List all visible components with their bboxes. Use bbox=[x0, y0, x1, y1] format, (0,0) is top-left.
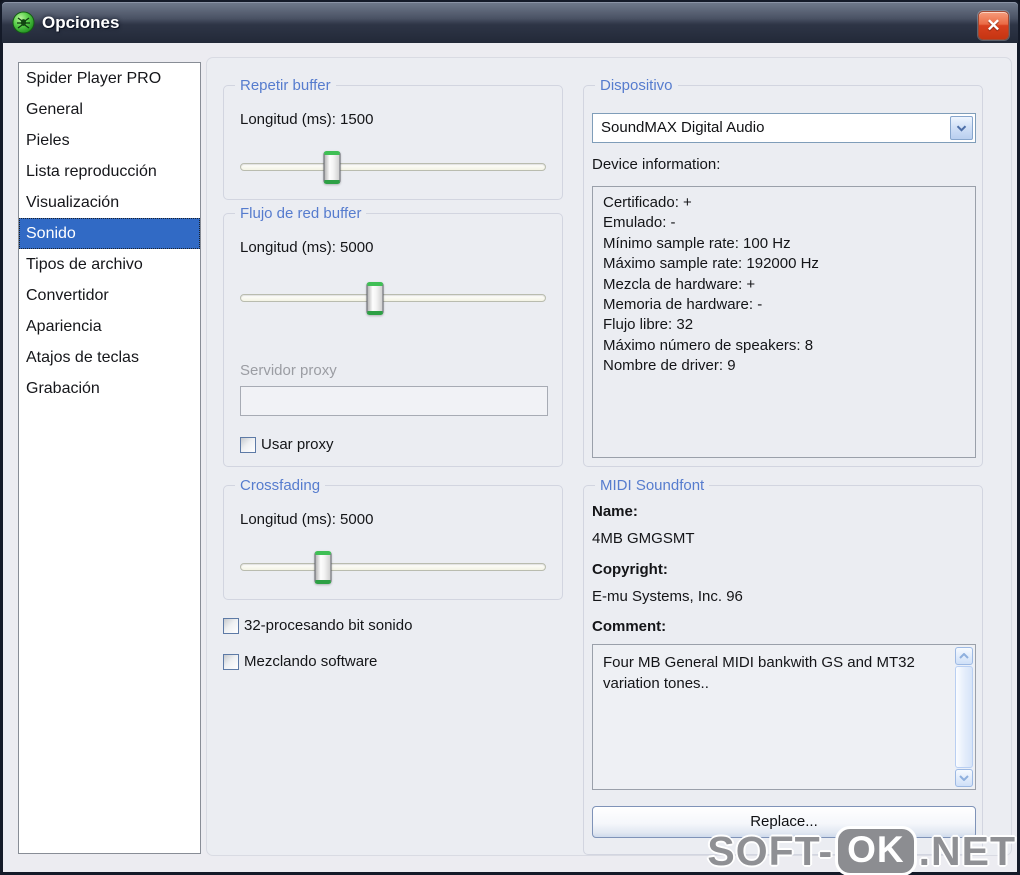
length-label: Longitud (ms): 5000 bbox=[240, 511, 374, 528]
midi-comment-text: Four MB General MIDI bankwith GS and MT3… bbox=[603, 654, 915, 692]
midi-name-value: 4MB GMGSMT bbox=[592, 530, 695, 547]
group-midi-soundfont: MIDI Soundfont Name: 4MB GMGSMT Copyrigh… bbox=[583, 477, 983, 855]
sidebar-item-spider-player-pro[interactable]: Spider Player PRO bbox=[19, 63, 200, 94]
software-mix-checkbox[interactable] bbox=[223, 653, 239, 670]
net-buffer-slider[interactable] bbox=[240, 282, 546, 315]
chevron-down-icon bbox=[956, 124, 967, 132]
comment-scrollbar[interactable] bbox=[955, 647, 973, 787]
repeat-buffer-slider[interactable] bbox=[240, 151, 546, 184]
sidebar-item-sonido[interactable]: Sonido bbox=[19, 218, 200, 249]
window-title: Opciones bbox=[42, 13, 120, 32]
options-dialog: Opciones ✕ Spider Player PRO General Pie… bbox=[0, 0, 1020, 875]
use-proxy-label: Usar proxy bbox=[261, 436, 334, 453]
sidebar-item-visualizacion[interactable]: Visualización bbox=[19, 187, 200, 218]
sidebar-item-pieles[interactable]: Pieles bbox=[19, 125, 200, 156]
software-mix-checkbox-row[interactable]: Mezclando software bbox=[223, 653, 377, 670]
slider-thumb[interactable] bbox=[366, 282, 384, 315]
crossfading-slider[interactable] bbox=[240, 551, 546, 584]
group-dispositivo: Dispositivo SoundMAX Digital Audio Devic… bbox=[583, 77, 983, 467]
device-info-line: Certificado: + bbox=[603, 194, 692, 211]
category-list: Spider Player PRO General Pieles Lista r… bbox=[18, 62, 201, 854]
device-info-line: Flujo libre: 32 bbox=[603, 316, 694, 334]
device-info-line: Mínimo sample rate: 100 Hz bbox=[603, 234, 791, 252]
device-info-line: Máximo número de speakers: 8 bbox=[603, 336, 814, 354]
scroll-down-button[interactable] bbox=[955, 769, 973, 787]
midi-comment-box[interactable]: Four MB General MIDI bankwith GS and MT3… bbox=[592, 644, 976, 790]
title-bar: Opciones ✕ bbox=[2, 2, 1018, 43]
dialog-body: Spider Player PRO General Pieles Lista r… bbox=[3, 43, 1017, 872]
proxy-server-input[interactable] bbox=[240, 386, 548, 416]
sidebar-item-tipos-de-archivo[interactable]: Tipos de archivo bbox=[19, 249, 200, 280]
device-information-panel: Certificado: + Emulado: - Mínimo sample … bbox=[592, 186, 976, 458]
midi-copyright-label: Copyright: bbox=[592, 561, 668, 578]
length-label: Longitud (ms): 1500 bbox=[240, 111, 374, 128]
group-title: Dispositivo bbox=[595, 77, 678, 94]
bits32-label: 32-procesando bit sonido bbox=[244, 617, 413, 634]
group-flujo-red-buffer: Flujo de red buffer Longitud (ms): 5000 … bbox=[223, 205, 563, 467]
proxy-server-label: Servidor proxy bbox=[240, 362, 337, 379]
group-crossfading: Crossfading Longitud (ms): 5000 bbox=[223, 477, 563, 600]
use-proxy-checkbox-row[interactable]: Usar proxy bbox=[240, 436, 334, 453]
group-title: MIDI Soundfont bbox=[595, 477, 710, 494]
sidebar-item-lista-reproduccion[interactable]: Lista reproducción bbox=[19, 156, 200, 187]
software-mix-label: Mezclando software bbox=[244, 653, 378, 670]
bits32-checkbox[interactable] bbox=[223, 617, 239, 634]
use-proxy-checkbox[interactable] bbox=[240, 436, 256, 453]
device-info-line: Nombre de driver: 9 bbox=[603, 357, 736, 375]
group-repetir-buffer: Repetir buffer Longitud (ms): 1500 bbox=[223, 77, 563, 200]
scroll-up-button[interactable] bbox=[955, 647, 973, 665]
bits32-checkbox-row[interactable]: 32-procesando bit sonido bbox=[223, 617, 412, 634]
scrollbar-thumb[interactable] bbox=[955, 666, 973, 768]
settings-panel: Repetir buffer Longitud (ms): 1500 Flujo… bbox=[206, 57, 1012, 856]
device-combobox-value: SoundMAX Digital Audio bbox=[601, 119, 765, 136]
group-title: Flujo de red buffer bbox=[235, 205, 367, 222]
app-spider-icon bbox=[12, 11, 35, 34]
device-info-line: Emulado: - bbox=[603, 214, 676, 232]
device-info-line: Mezcla de hardware: + bbox=[603, 275, 756, 293]
watermark-part2: .NET bbox=[918, 827, 1016, 874]
chevron-down-icon bbox=[959, 775, 969, 781]
device-info-line: Máximo sample rate: 192000 Hz bbox=[603, 255, 819, 273]
sidebar-item-general[interactable]: General bbox=[19, 94, 200, 125]
slider-thumb[interactable] bbox=[314, 551, 332, 584]
combobox-dropdown-button[interactable] bbox=[950, 116, 973, 140]
chevron-up-icon bbox=[959, 653, 969, 659]
sidebar-item-atajos-de-teclas[interactable]: Atajos de teclas bbox=[19, 342, 200, 373]
midi-name-label: Name: bbox=[592, 503, 638, 520]
sidebar-item-convertidor[interactable]: Convertidor bbox=[19, 280, 200, 311]
watermark-ok-badge: OK bbox=[835, 826, 917, 875]
watermark-part1: SOFT- bbox=[707, 827, 834, 874]
group-title: Repetir buffer bbox=[235, 77, 336, 94]
close-button[interactable]: ✕ bbox=[978, 11, 1009, 40]
length-label: Longitud (ms): 5000 bbox=[240, 239, 374, 256]
midi-copyright-value: E-mu Systems, Inc. 96 bbox=[592, 588, 743, 605]
slider-thumb[interactable] bbox=[323, 151, 341, 184]
device-combobox[interactable]: SoundMAX Digital Audio bbox=[592, 113, 976, 143]
device-info-line: Memoria de hardware: - bbox=[603, 296, 763, 314]
group-title: Crossfading bbox=[235, 477, 326, 494]
sidebar-item-grabacion[interactable]: Grabación bbox=[19, 373, 200, 404]
midi-comment-label: Comment: bbox=[592, 618, 667, 635]
sidebar-item-apariencia[interactable]: Apariencia bbox=[19, 311, 200, 342]
soft-ok-net-watermark: SOFT- OK .NET bbox=[707, 826, 1016, 875]
device-information-label: Device information: bbox=[592, 156, 721, 173]
